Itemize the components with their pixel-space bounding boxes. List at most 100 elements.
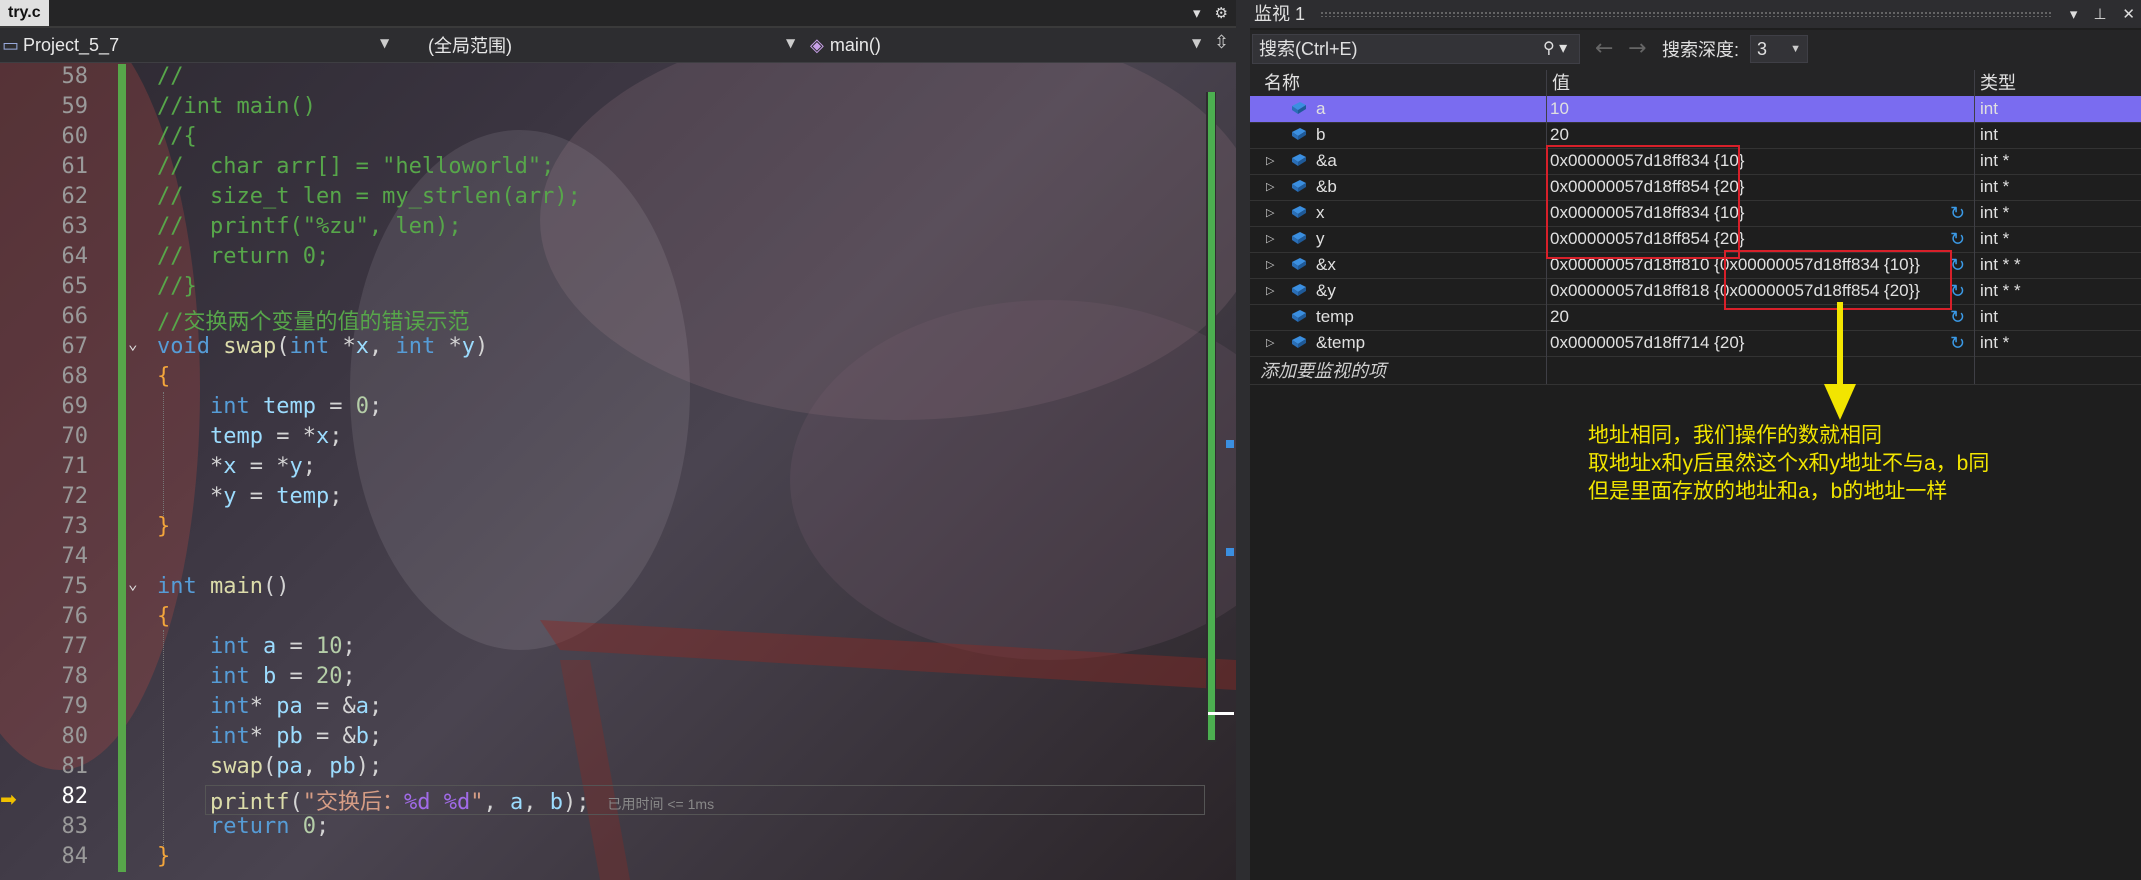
panel-splitter[interactable] — [1236, 0, 1250, 880]
watch-row[interactable]: ▷ &temp 0x00000057d18ff714 {20} ↻ int * — [1250, 330, 2141, 357]
watch-value[interactable]: 10 — [1550, 96, 1569, 122]
function-dropdown[interactable]: ◈ main() — [810, 28, 881, 62]
code-line[interactable]: 60 //{ — [0, 124, 1236, 154]
code-text: *x = *y; — [210, 454, 316, 479]
watch-name: a — [1316, 99, 1326, 118]
code-line[interactable]: 62 // size_t len = my_strlen(arr); — [0, 184, 1236, 214]
scroll-thumb[interactable] — [1208, 712, 1234, 715]
expand-icon[interactable]: ▷ — [1266, 252, 1274, 278]
variable-icon — [1292, 310, 1306, 322]
code-line[interactable]: 58 // — [0, 64, 1236, 94]
dropdown-icon[interactable]: ▾ — [2070, 0, 2078, 28]
column-header-type[interactable]: 类型 — [1980, 70, 2016, 96]
variable-icon — [1292, 154, 1306, 166]
refresh-icon[interactable]: ↻ — [1950, 330, 1965, 356]
search-depth-select[interactable]: 3 ▼ — [1750, 35, 1808, 63]
code-line[interactable]: 69 int temp = 0; — [0, 394, 1236, 424]
expand-icon[interactable]: ▷ — [1266, 226, 1274, 252]
line-number: 70 — [61, 424, 89, 449]
refresh-icon[interactable]: ↻ — [1950, 278, 1965, 304]
search-icon[interactable]: ⚲ ▾ — [1543, 35, 1567, 63]
back-arrow-icon[interactable]: ← — [1595, 36, 1613, 61]
chevron-down-icon: ▼ — [1790, 43, 1801, 55]
fold-chevron-icon[interactable]: ⌄ — [128, 334, 138, 353]
line-number: 73 — [61, 514, 89, 539]
refresh-icon[interactable]: ↻ — [1950, 200, 1965, 226]
settings-icon[interactable]: ⚙ — [1215, 4, 1228, 22]
code-line[interactable]: 78 int b = 20; — [0, 664, 1236, 694]
pin-icon[interactable]: ⊥ — [2093, 0, 2106, 28]
column-header-value[interactable]: 值 — [1552, 70, 1570, 96]
editor-tabbar: try.c ▾ ⚙ — [0, 0, 1236, 28]
watch-window[interactable]: 监视 1 ▾ ⊥ ✕ 搜索(Ctrl+E) ⚲ ▾ ← → 搜索深度: 3 ▼ … — [1250, 0, 2141, 880]
watch-row[interactable]: temp 20 ↻ int — [1250, 304, 2141, 331]
watch-value[interactable]: 20 — [1550, 304, 1569, 330]
expand-icon[interactable]: ▷ — [1266, 174, 1274, 200]
code-text: return 0; — [210, 814, 330, 839]
code-line[interactable]: 61 // char arr[] = "helloworld"; — [0, 154, 1236, 184]
watch-value[interactable]: 0x00000057d18ff714 {20} — [1550, 330, 1744, 356]
code-editor[interactable]: try.c ▾ ⚙ ▭ Project_5_7 ▼ (全局范围) ▼ ◈ mai… — [0, 0, 1236, 880]
code-line[interactable]: 71 *x = *y; — [0, 454, 1236, 484]
watch-row[interactable]: ▷ &y 0x00000057d18ff818 {0x00000057d18ff85… — [1250, 278, 2141, 305]
code-line[interactable]: 77 int a = 10; — [0, 634, 1236, 664]
expand-icon[interactable]: ▷ — [1266, 148, 1274, 174]
code-line[interactable]: 66 //交换两个变量的值的错误示范 — [0, 304, 1236, 335]
code-line[interactable]: 68 { — [0, 364, 1236, 394]
code-text: //int main() — [157, 94, 316, 119]
code-line[interactable]: 82 printf("交换后：%d %d", a, b); 已用时间 <= 1ms — [0, 784, 1236, 815]
code-line[interactable]: 76 { — [0, 604, 1236, 634]
chevron-down-icon[interactable]: ▼ — [1192, 36, 1201, 50]
chevron-down-icon[interactable]: ▼ — [380, 36, 389, 50]
watch-type: int * * — [1980, 255, 2021, 274]
code-text: // size_t len = my_strlen(arr); — [157, 184, 581, 209]
code-line[interactable]: 81 swap(pa, pb); — [0, 754, 1236, 784]
refresh-icon[interactable]: ↻ — [1950, 252, 1965, 278]
watch-row[interactable]: a 10 int — [1250, 96, 2141, 123]
project-dropdown[interactable]: ▭ Project_5_7 — [2, 28, 119, 62]
line-number: 84 — [61, 844, 89, 869]
tab-try-c[interactable]: try.c — [0, 0, 49, 26]
scroll-marker — [1226, 548, 1234, 556]
code-line[interactable]: 73} — [0, 514, 1236, 544]
code-line[interactable]: 59 //int main() — [0, 94, 1236, 124]
close-icon[interactable]: ✕ — [2122, 0, 2135, 28]
code-line[interactable]: 84} — [0, 844, 1236, 874]
code-line[interactable]: 75 ⌄ int main() — [0, 574, 1236, 604]
watch-name: y — [1316, 229, 1325, 248]
refresh-icon[interactable]: ↻ — [1950, 226, 1965, 252]
watch-type: int * — [1980, 203, 2010, 222]
expand-icon[interactable]: ▷ — [1266, 278, 1274, 304]
code-text: } — [157, 844, 171, 869]
line-number: 58 — [61, 64, 89, 89]
line-number: 83 — [61, 814, 89, 839]
code-line[interactable]: 70 temp = *x; — [0, 424, 1236, 454]
code-line[interactable]: 74 — [0, 544, 1236, 574]
watch-type: int * * — [1980, 281, 2021, 300]
split-icon[interactable]: ⇳ — [1214, 32, 1229, 53]
code-line[interactable]: 72 *y = temp; — [0, 484, 1236, 514]
code-line[interactable]: 65 //} — [0, 274, 1236, 304]
code-line[interactable]: 83 return 0; — [0, 814, 1236, 844]
line-number: 81 — [61, 754, 89, 779]
code-line[interactable]: 67 ⌄ void swap(int *x, int *y) — [0, 334, 1236, 364]
expand-icon[interactable]: ▷ — [1266, 200, 1274, 226]
watch-type: int — [1980, 99, 1998, 118]
add-watch-row[interactable]: 添加要监视的项 — [1250, 358, 2141, 385]
code-line[interactable]: 79 int* pa = &a; — [0, 694, 1236, 724]
column-header-name[interactable]: 名称 — [1264, 70, 1300, 96]
line-number: 77 — [61, 634, 89, 659]
refresh-icon[interactable]: ↻ — [1950, 304, 1965, 330]
scope-dropdown[interactable]: (全局范围) — [428, 28, 512, 62]
expand-icon[interactable]: ▷ — [1266, 330, 1274, 356]
tab-list-icon[interactable]: ▾ — [1193, 4, 1201, 22]
annotation-line-2: 取地址x和y后虽然这个x和y地址不与a，b同 — [1588, 452, 1990, 475]
fold-chevron-icon[interactable]: ⌄ — [128, 574, 138, 593]
code-line[interactable]: 63 // printf("%zu", len); — [0, 214, 1236, 244]
forward-arrow-icon[interactable]: → — [1628, 36, 1646, 61]
search-input[interactable]: 搜索(Ctrl+E) ⚲ ▾ — [1252, 34, 1580, 64]
code-line[interactable]: 80 int* pb = &b; — [0, 724, 1236, 754]
code-line[interactable]: 64 // return 0; — [0, 244, 1236, 274]
chevron-down-icon[interactable]: ▼ — [786, 36, 795, 50]
watch-name: &x — [1316, 255, 1336, 274]
